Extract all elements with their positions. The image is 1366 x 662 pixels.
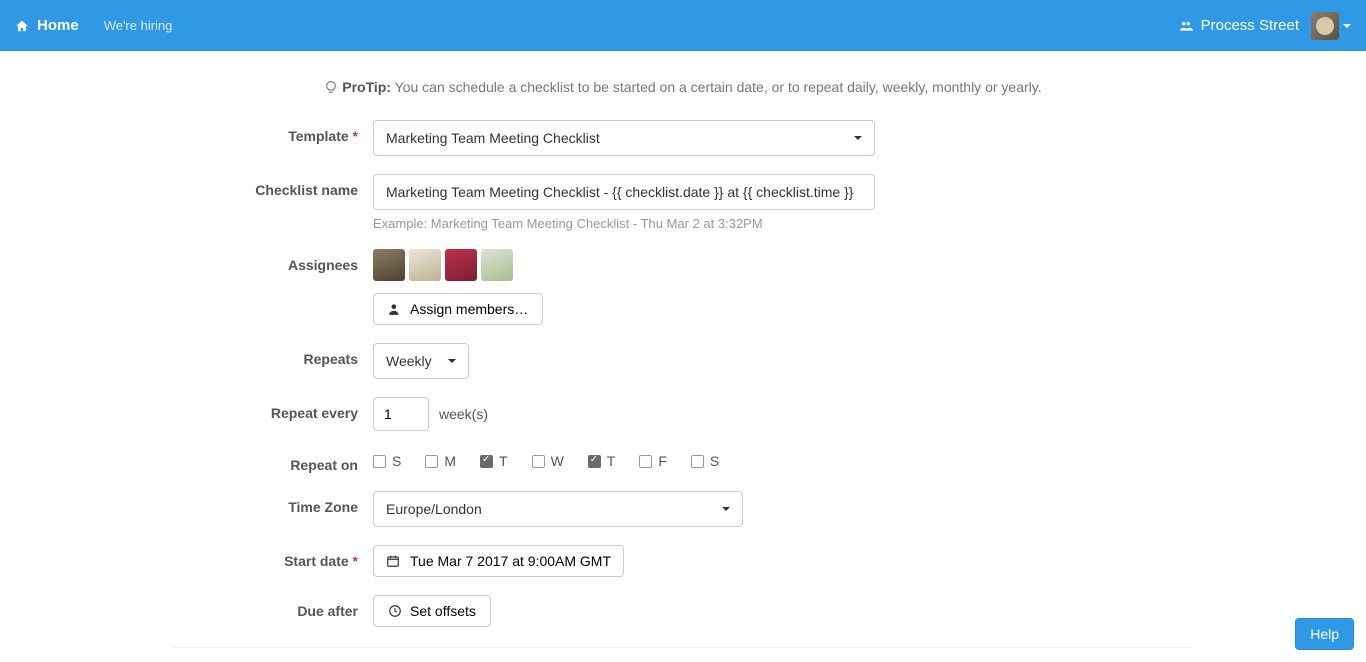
navbar: Home We're hiring Process Street (0, 0, 1366, 51)
users-icon (1179, 19, 1193, 33)
start-date-value: Tue Mar 7 2017 at 9:00AM GMT (410, 553, 611, 569)
start-date-button[interactable]: Tue Mar 7 2017 at 9:00AM GMT (373, 545, 624, 577)
row-repeat-on: Repeat on S M T W T F S (173, 449, 1193, 473)
day-wed[interactable]: W (532, 453, 564, 469)
protip: ProTip: You can schedule a checklist to … (173, 79, 1193, 95)
day-checkbox-group: S M T W T F S (373, 449, 875, 469)
day-sat[interactable]: S (691, 453, 719, 469)
template-select[interactable]: Marketing Team Meeting Checklist (373, 120, 875, 156)
label-checklist-name: Checklist name (173, 174, 373, 198)
label-timezone: Time Zone (173, 491, 373, 515)
day-sun[interactable]: S (373, 453, 401, 469)
label-repeats: Repeats (173, 343, 373, 367)
home-link[interactable]: Home (15, 17, 79, 34)
row-checklist-name: Checklist name Marketing Team Meeting Ch… (173, 174, 1193, 231)
label-start-date: Start date * (173, 545, 373, 569)
protip-text: You can schedule a checklist to be start… (395, 79, 1042, 95)
assignee-avatars (373, 249, 875, 281)
row-start-date: Start date * Tue Mar 7 2017 at 9:00AM GM… (173, 545, 1193, 577)
day-thu[interactable]: T (588, 453, 616, 469)
repeat-every-input[interactable] (373, 397, 429, 431)
checkbox[interactable] (373, 455, 386, 468)
caret-down-icon (448, 359, 456, 363)
set-offsets-label: Set offsets (410, 603, 476, 619)
row-repeat-every: Repeat every week(s) (173, 397, 1193, 431)
day-fri[interactable]: F (639, 453, 667, 469)
home-label: Home (37, 17, 79, 34)
row-repeats: Repeats Weekly (173, 343, 1193, 379)
label-repeat-on: Repeat on (173, 449, 373, 473)
label-assignees: Assignees (173, 249, 373, 273)
checkbox[interactable] (691, 455, 704, 468)
avatar[interactable] (373, 249, 405, 281)
day-mon[interactable]: M (425, 453, 456, 469)
divider (173, 647, 1193, 648)
caret-down-icon (854, 136, 862, 140)
calendar-icon (386, 554, 400, 568)
user-plus-icon (388, 302, 402, 316)
checkbox[interactable] (532, 455, 545, 468)
brand-link[interactable]: Process Street (1179, 17, 1299, 34)
assign-members-label: Assign members… (410, 301, 528, 317)
repeats-value: Weekly (386, 353, 432, 369)
assign-members-button[interactable]: Assign members… (373, 293, 543, 325)
label-due-after: Due after (173, 595, 373, 619)
checkbox[interactable] (480, 455, 493, 468)
user-avatar (1311, 12, 1339, 40)
label-repeat-every: Repeat every (173, 397, 373, 421)
checkbox[interactable] (425, 455, 438, 468)
timezone-select[interactable]: Europe/London (373, 491, 743, 527)
hiring-link[interactable]: We're hiring (104, 18, 173, 33)
protip-label: ProTip: (342, 79, 391, 95)
clock-icon (388, 604, 402, 618)
set-offsets-button[interactable]: Set offsets (373, 595, 491, 627)
checklist-name-value: Marketing Team Meeting Checklist - {{ ch… (386, 184, 853, 200)
repeat-every-unit: week(s) (439, 406, 488, 422)
row-due-after: Due after Set offsets (173, 595, 1193, 627)
form-container: ProTip: You can schedule a checklist to … (173, 51, 1193, 648)
row-template: Template * Marketing Team Meeting Checkl… (173, 120, 1193, 156)
help-button[interactable]: Help (1295, 618, 1354, 650)
avatar[interactable] (445, 249, 477, 281)
row-assignees: Assignees Assign members… (173, 249, 1193, 325)
caret-down-icon (1343, 24, 1351, 28)
nav-right: Process Street (1179, 12, 1351, 40)
repeats-select[interactable]: Weekly (373, 343, 469, 379)
caret-down-icon (722, 507, 730, 511)
lightbulb-icon (324, 80, 338, 94)
user-menu[interactable] (1311, 12, 1351, 40)
brand-label: Process Street (1201, 17, 1299, 34)
checklist-name-input[interactable]: Marketing Team Meeting Checklist - {{ ch… (373, 174, 875, 210)
avatar[interactable] (409, 249, 441, 281)
timezone-value: Europe/London (386, 501, 482, 517)
checklist-name-example: Example: Marketing Team Meeting Checklis… (373, 216, 875, 231)
row-timezone: Time Zone Europe/London (173, 491, 1193, 527)
checkbox[interactable] (639, 455, 652, 468)
label-template: Template * (173, 120, 373, 144)
nav-left: Home We're hiring (15, 17, 172, 34)
template-value: Marketing Team Meeting Checklist (386, 130, 600, 146)
home-icon (15, 19, 29, 33)
day-tue[interactable]: T (480, 453, 508, 469)
avatar[interactable] (481, 249, 513, 281)
checkbox[interactable] (588, 455, 601, 468)
